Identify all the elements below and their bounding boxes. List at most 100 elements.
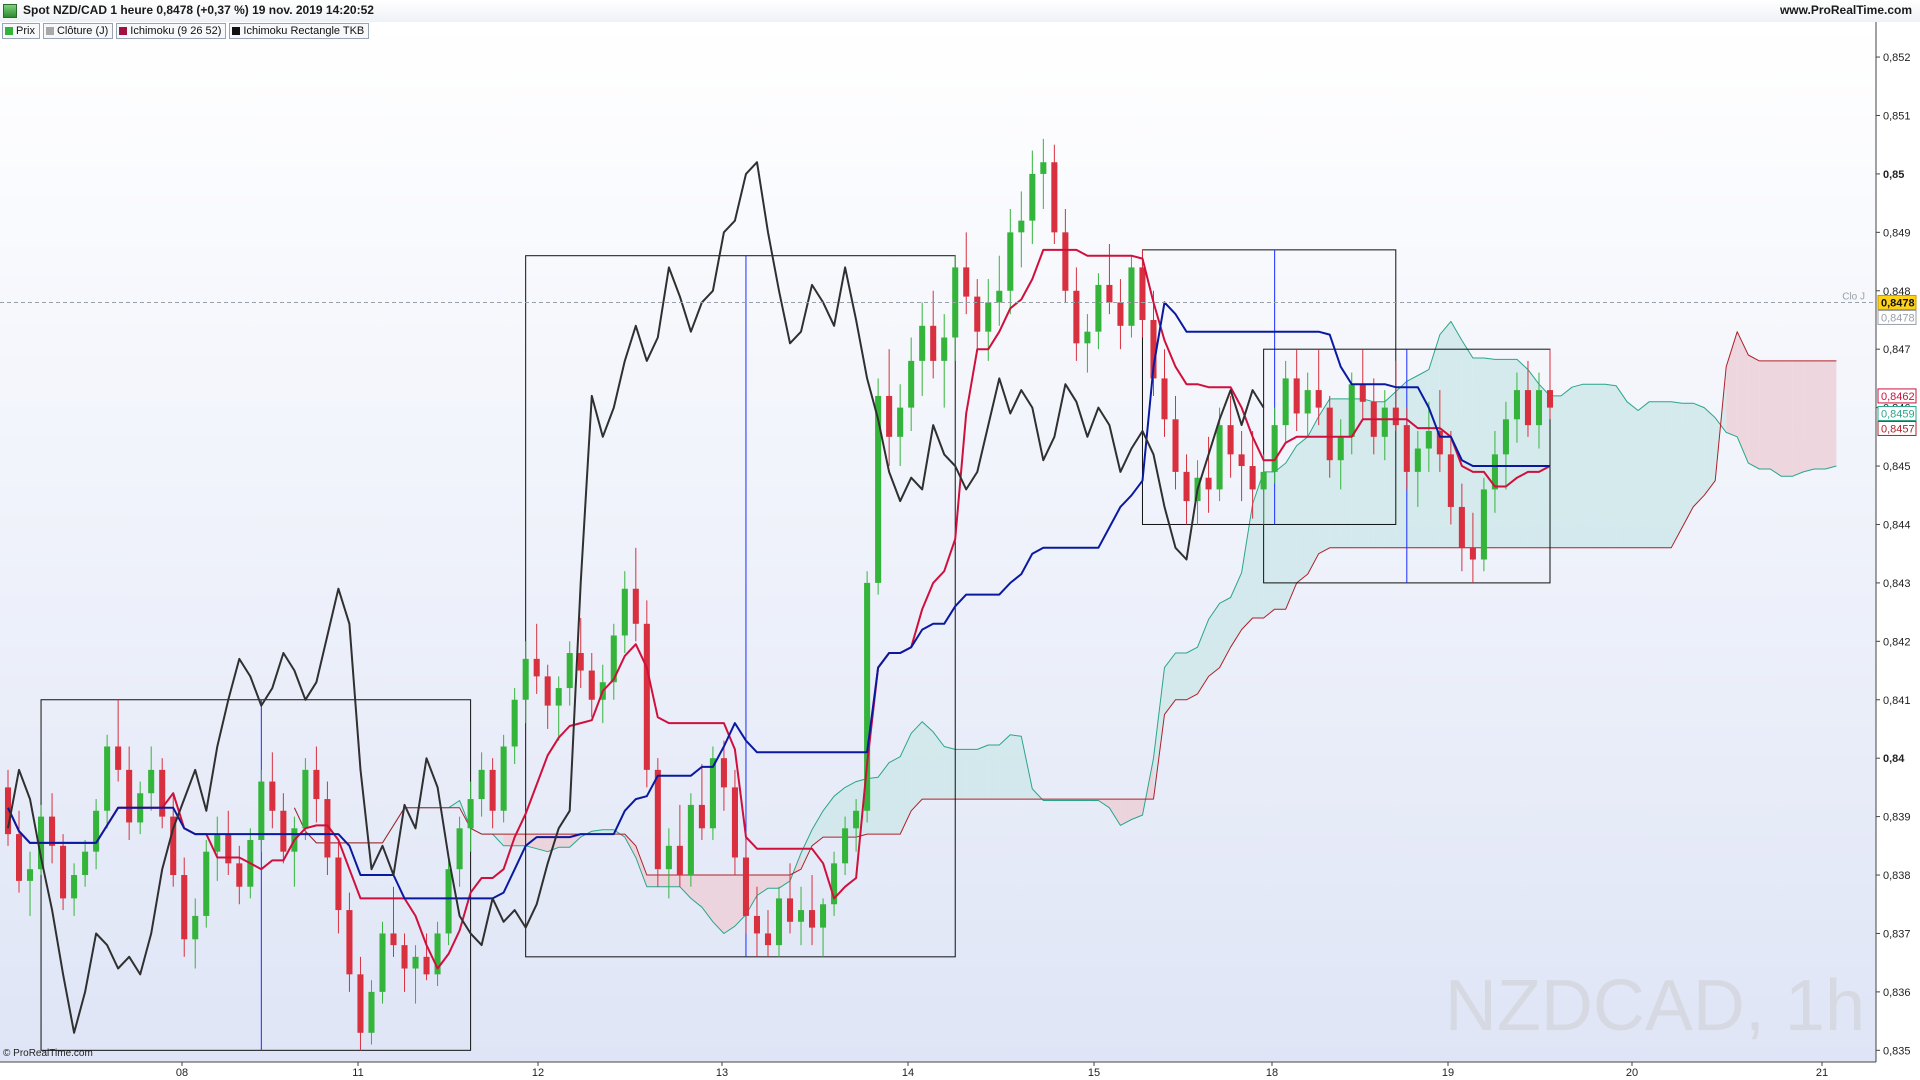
x-tick-label: 11 [352, 1067, 363, 1079]
candle-body [15, 834, 23, 881]
candle-body [1513, 390, 1520, 420]
cloud-segment [966, 749, 978, 800]
candle-body [346, 910, 353, 975]
candle-body [1007, 232, 1014, 291]
candle-body [357, 974, 364, 1033]
cloud-segment [668, 875, 680, 887]
cloud-segment [1285, 445, 1297, 610]
candle-body [390, 933, 397, 946]
candle-body [577, 653, 584, 671]
legend-item[interactable]: Prix [2, 23, 40, 39]
candle-body [1062, 232, 1069, 291]
cloud-segment [955, 749, 967, 800]
y-tick-label: 0,85 [1883, 169, 1904, 181]
candle-body [148, 769, 155, 794]
candle-body [335, 857, 342, 911]
candle-body [60, 845, 67, 899]
cloud-segment [1605, 384, 1617, 548]
candle-body [1018, 220, 1025, 233]
price-tag-label: 0,8478 [1881, 297, 1915, 309]
price-tag-label: 0,8478 [1881, 312, 1915, 324]
candle-body [225, 834, 232, 864]
candle-body [897, 407, 904, 437]
candle-body [1315, 390, 1322, 408]
y-tick-label: 0,84 [1883, 753, 1905, 765]
candle-body [1414, 448, 1421, 472]
price-chart[interactable]: NZDCAD, 1h © ProRealTime.com 0,852 0,851 0,8… [0, 22, 1920, 1080]
x-tick-label: 12 [532, 1067, 544, 1079]
legend-swatch-icon [5, 27, 13, 35]
cloud-segment [1627, 401, 1639, 548]
candle-body [104, 746, 111, 811]
candle-body [49, 816, 56, 846]
candle-body [809, 910, 816, 928]
cloud-segment [1296, 436, 1308, 583]
candle-body [1271, 425, 1278, 472]
cloud-segment [1307, 416, 1319, 575]
candle-body [1205, 477, 1212, 490]
cloud-segment [1572, 384, 1584, 548]
candle-body [1447, 454, 1454, 507]
candle-body [687, 804, 694, 876]
brand-link[interactable]: www.ProRealTime.com [1780, 3, 1912, 17]
cloud-segment [977, 745, 989, 800]
candle-body [775, 898, 783, 946]
candle-body [1249, 466, 1256, 490]
candle-body [544, 676, 551, 706]
candle-body [1040, 162, 1047, 174]
chart-title: Spot NZD/CAD 1 heure 0,8478 (+0,37 %) 19… [23, 3, 374, 17]
candle-body [1425, 430, 1432, 449]
candle-body [280, 810, 287, 852]
candle-body [467, 799, 474, 829]
candle-body [192, 915, 199, 940]
candle-body [445, 869, 452, 934]
legend-item[interactable]: Clôture (J) [42, 23, 114, 39]
legend-item[interactable]: Ichimoku Rectangle TKB [229, 23, 370, 39]
candle-body [93, 810, 100, 852]
candle-body [522, 658, 529, 700]
candle-body [820, 904, 827, 928]
candle-body [1458, 506, 1465, 548]
y-tick-label: 0,849 [1883, 227, 1911, 239]
y-tick-label: 0,835 [1883, 1045, 1911, 1057]
y-tick-label: 0,845 [1883, 461, 1911, 473]
symbol-watermark: NZDCAD, 1h [1445, 966, 1865, 1046]
y-tick-label: 0,841 [1883, 695, 1911, 707]
candle-body [1117, 302, 1124, 326]
candle-body [1546, 390, 1554, 408]
candle-body [753, 915, 761, 934]
cloud-segment [1803, 360, 1815, 472]
candle-body [1502, 419, 1509, 455]
y-tick-label: 0,839 [1883, 812, 1911, 824]
candle-body [588, 670, 595, 700]
candle-body [1227, 425, 1234, 455]
candle-body [720, 758, 727, 788]
y-tick-label: 0,836 [1883, 987, 1911, 999]
cloud-segment [1274, 463, 1286, 610]
candle-body [258, 781, 265, 840]
price-tag-label: 0,8457 [1881, 423, 1915, 435]
cloud-segment [1175, 653, 1187, 700]
cloud-segment [1594, 384, 1606, 548]
candle-body [974, 296, 981, 332]
candle-body [665, 845, 672, 870]
candle-body [742, 857, 749, 916]
cloud-segment [1825, 360, 1837, 469]
candle-body [26, 869, 34, 881]
candle-body [621, 588, 628, 636]
candle-body [731, 787, 738, 858]
candle-body [1359, 384, 1366, 402]
candle-body [930, 325, 937, 361]
candle-body [126, 769, 133, 823]
cloud-segment [1516, 359, 1528, 548]
price-tag-label: 0,8459 [1881, 408, 1915, 420]
candle-body [1480, 489, 1487, 560]
candle-body [1381, 407, 1388, 437]
candle-body [379, 933, 386, 992]
y-tick-label: 0,851 [1883, 110, 1911, 122]
close-line-label: Clo J [1842, 291, 1865, 302]
candle-body [908, 360, 915, 408]
candle-body [533, 658, 540, 677]
legend-item[interactable]: Ichimoku (9 26 52) [116, 23, 227, 39]
candle-body [1524, 390, 1532, 426]
